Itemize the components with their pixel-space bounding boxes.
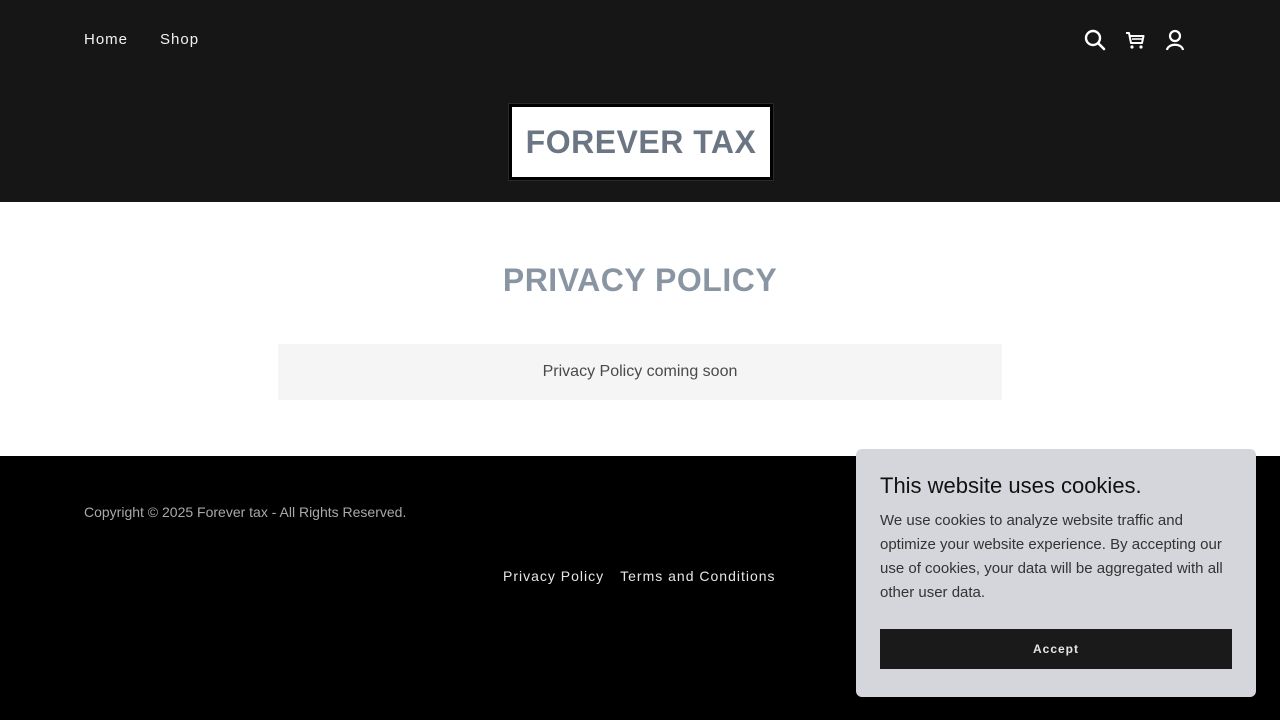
site-logo[interactable]: FOREVER TAX [509, 104, 773, 180]
cookie-title: This website uses cookies. [880, 473, 1142, 498]
nav-shop-link[interactable]: Shop [160, 31, 199, 48]
terms-link[interactable]: Terms and Conditions [620, 568, 775, 584]
nav-home-link[interactable]: Home [84, 31, 128, 48]
search-icon[interactable] [1084, 28, 1106, 52]
logo-text: FOREVER TAX [525, 123, 757, 160]
cookie-body: We use cookies to analyze website traffi… [880, 512, 1223, 601]
cart-icon[interactable] [1124, 28, 1146, 52]
account-icon[interactable] [1164, 28, 1186, 52]
footer-links: Privacy Policy Terms and Conditions [503, 568, 776, 584]
policy-notice: Privacy Policy coming soon [278, 344, 1002, 400]
header-icons [1084, 28, 1186, 52]
main-nav: Home Shop [84, 31, 199, 48]
privacy-policy-link[interactable]: Privacy Policy [503, 568, 604, 584]
cookie-banner: This website uses cookies. We use cookie… [856, 449, 1256, 697]
copyright-text: Copyright © 2025 Forever tax - All Right… [84, 504, 407, 520]
site-header: Home Shop FOREVER TAX [0, 0, 1280, 204]
accept-cookies-button[interactable]: Accept [880, 629, 1232, 669]
main-content: PRIVACY POLICY Privacy Policy coming soo… [0, 202, 1280, 456]
page-title: PRIVACY POLICY [502, 262, 778, 298]
